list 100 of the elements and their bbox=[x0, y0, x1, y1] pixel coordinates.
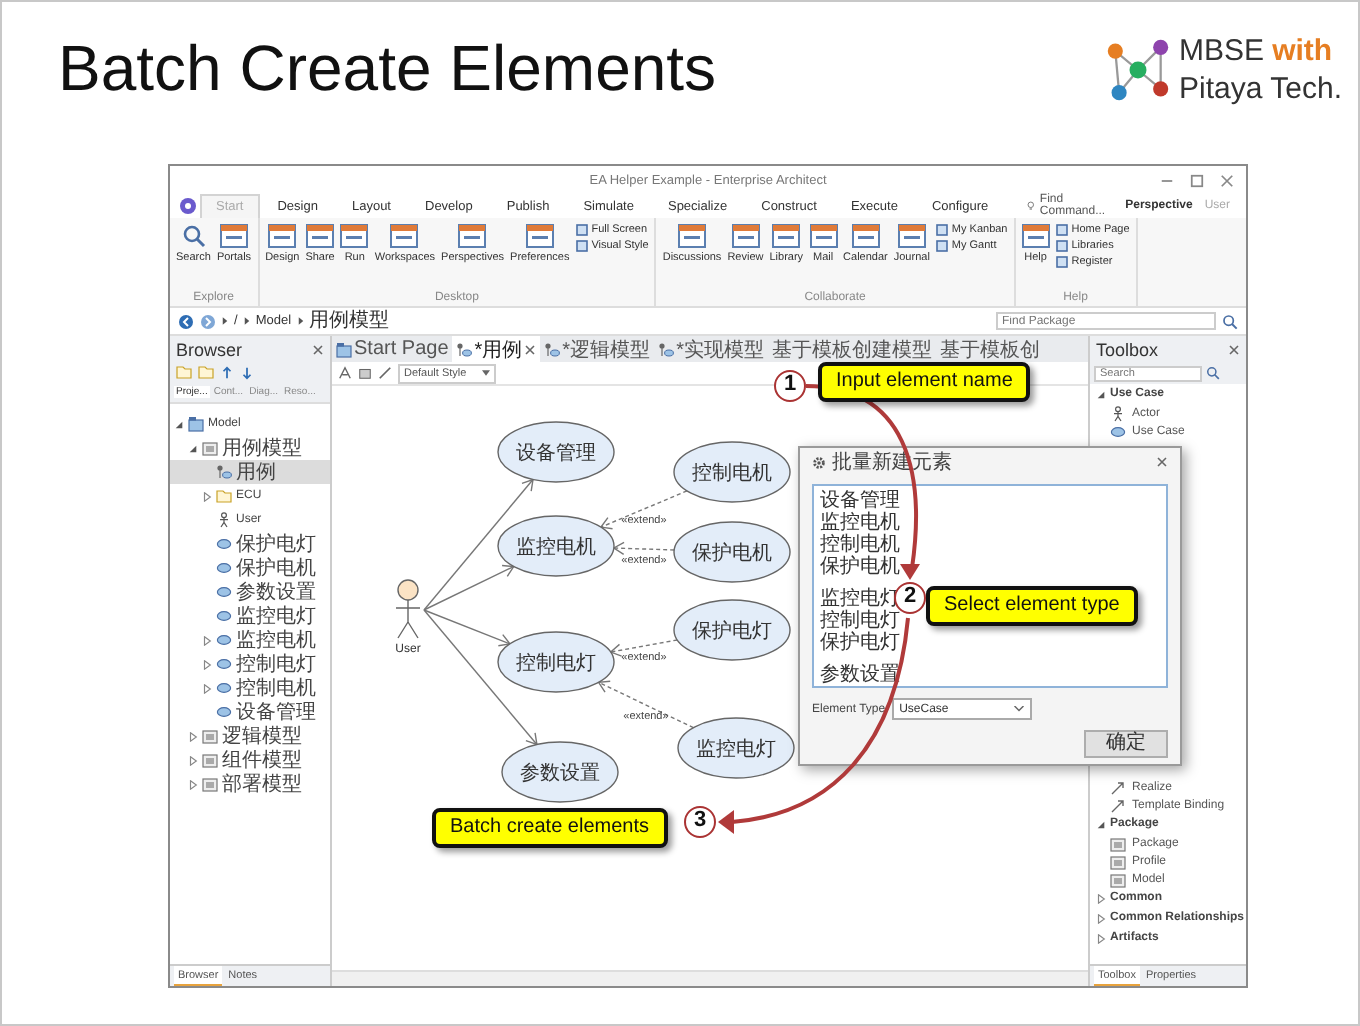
window-icon bbox=[525, 224, 554, 248]
tree-item[interactable]: 保护电机 bbox=[170, 556, 330, 580]
document-tab[interactable]: 基于模板创建模型 bbox=[767, 336, 936, 362]
app-menu-icon[interactable] bbox=[178, 196, 198, 216]
model-icon bbox=[188, 416, 204, 432]
use-case-node: 保护电机 bbox=[673, 521, 791, 583]
down-arrow-icon[interactable] bbox=[240, 365, 254, 379]
logo-text: Pitaya Tech. bbox=[1179, 69, 1342, 107]
tree-item[interactable]: 监控电灯 bbox=[170, 604, 330, 628]
tree-item[interactable]: 保护电灯 bbox=[170, 532, 330, 556]
tree-item[interactable]: 部署模型 bbox=[170, 772, 330, 796]
document-tab[interactable]: *逻辑模型 bbox=[540, 336, 655, 362]
actor-figure-drawing bbox=[395, 579, 421, 639]
diagram-icon bbox=[456, 341, 473, 357]
chevron-right-icon bbox=[243, 316, 250, 326]
expanded-arrow-icon[interactable] bbox=[1096, 819, 1106, 829]
package-icon bbox=[202, 440, 218, 456]
document-tab[interactable]: 基于模板创 bbox=[935, 336, 1044, 362]
callout-label: Select element type bbox=[926, 586, 1138, 626]
folder-icon bbox=[216, 488, 232, 504]
use-case-node: 控制电机 bbox=[673, 441, 791, 503]
window-icon bbox=[306, 224, 335, 248]
logo-accent-text: with bbox=[1272, 31, 1333, 69]
use-case-node: 参数设置 bbox=[501, 741, 619, 803]
window-icon bbox=[851, 224, 880, 248]
tree-item[interactable]: 监控电机 bbox=[170, 628, 330, 652]
window-icon bbox=[458, 224, 487, 248]
ok-button[interactable]: 确定 bbox=[1084, 730, 1168, 758]
font-icon[interactable] bbox=[338, 366, 352, 380]
collapsed-arrow-icon[interactable] bbox=[188, 755, 198, 765]
extend-arrow bbox=[612, 541, 675, 555]
maximize-icon[interactable] bbox=[1190, 173, 1204, 187]
network-logo-icon bbox=[1103, 35, 1172, 103]
logo-text: MBSE bbox=[1179, 31, 1265, 69]
window-icon bbox=[731, 224, 760, 248]
diagram-icon bbox=[658, 341, 675, 357]
tree-item[interactable]: 控制电机 bbox=[170, 676, 330, 700]
diagram-icon bbox=[216, 464, 232, 480]
search-icon bbox=[181, 224, 206, 248]
panel-title: Browser bbox=[176, 339, 243, 359]
expanded-arrow-icon[interactable] bbox=[174, 419, 184, 429]
document-tab[interactable]: *用例 bbox=[452, 336, 541, 362]
tree-item[interactable]: 用例模型 bbox=[170, 436, 330, 460]
search-icon bbox=[1206, 366, 1220, 380]
extend-arrow bbox=[597, 680, 695, 729]
callout-label: Batch create elements bbox=[432, 808, 667, 848]
expanded-arrow-icon[interactable] bbox=[1096, 389, 1106, 399]
actor-icon bbox=[1110, 405, 1126, 421]
close-icon[interactable] bbox=[1220, 173, 1234, 187]
panel-title: Toolbox bbox=[1096, 339, 1159, 359]
collapsed-arrow-icon[interactable] bbox=[188, 731, 198, 741]
window-icon bbox=[268, 224, 297, 248]
tree-item[interactable]: 逻辑模型 bbox=[170, 724, 330, 748]
model-icon bbox=[336, 341, 352, 357]
tree-item[interactable]: 参数设置 bbox=[170, 580, 330, 604]
close-icon[interactable] bbox=[312, 343, 324, 355]
collapsed-arrow-icon[interactable] bbox=[202, 491, 212, 501]
tree-item[interactable]: 设备管理 bbox=[170, 700, 330, 724]
up-arrow-icon[interactable] bbox=[220, 365, 234, 379]
collapsed-arrow-icon[interactable] bbox=[202, 635, 212, 645]
gear-icon bbox=[812, 455, 826, 469]
caret-icon bbox=[482, 370, 491, 376]
callout-label: Input element name bbox=[818, 362, 1031, 402]
expanded-arrow-icon[interactable] bbox=[188, 443, 198, 453]
back-icon[interactable] bbox=[178, 313, 194, 329]
tree-item[interactable]: 用例 bbox=[170, 460, 330, 484]
ellipse-icon bbox=[1110, 423, 1126, 439]
close-icon[interactable] bbox=[1228, 343, 1240, 355]
chevron-right-icon bbox=[222, 316, 228, 326]
use-case-node: 监控电灯 bbox=[677, 717, 795, 779]
use-case-node: 控制电灯 bbox=[497, 631, 615, 693]
window-icon bbox=[340, 224, 369, 248]
collapsed-arrow-icon[interactable] bbox=[202, 659, 212, 669]
slide-title: Batch Create Elements bbox=[58, 32, 717, 106]
window-icon bbox=[772, 224, 801, 248]
use-case-node: 保护电灯 bbox=[673, 599, 791, 661]
fill-icon[interactable] bbox=[358, 366, 372, 380]
close-icon[interactable] bbox=[1156, 456, 1168, 468]
window-icon bbox=[390, 224, 419, 248]
window-icon bbox=[897, 224, 926, 248]
document-tab[interactable]: Start Page bbox=[332, 336, 453, 362]
tree-item[interactable]: 控制电灯 bbox=[170, 652, 330, 676]
close-icon[interactable] bbox=[524, 343, 537, 355]
chevron-right-icon bbox=[297, 316, 304, 326]
window-icon bbox=[678, 224, 707, 248]
document-tab[interactable]: *实现模型 bbox=[654, 336, 768, 362]
collapsed-arrow-icon[interactable] bbox=[202, 683, 212, 693]
caret-icon bbox=[1013, 706, 1024, 712]
lightbulb-icon bbox=[1026, 200, 1036, 212]
collapsed-arrow-icon[interactable] bbox=[188, 779, 198, 789]
tree-item[interactable]: 组件模型 bbox=[170, 748, 330, 772]
search-icon bbox=[1222, 313, 1238, 329]
window-icon bbox=[809, 224, 838, 248]
horizontal-scrollbar[interactable] bbox=[332, 970, 1088, 986]
breadcrumb-item[interactable]: 用例模型 bbox=[309, 309, 390, 333]
forward-icon[interactable] bbox=[200, 313, 216, 329]
diagram-icon bbox=[544, 341, 561, 357]
extend-arrow bbox=[599, 490, 688, 530]
window-icon bbox=[1021, 224, 1050, 248]
line-icon[interactable] bbox=[378, 366, 392, 380]
